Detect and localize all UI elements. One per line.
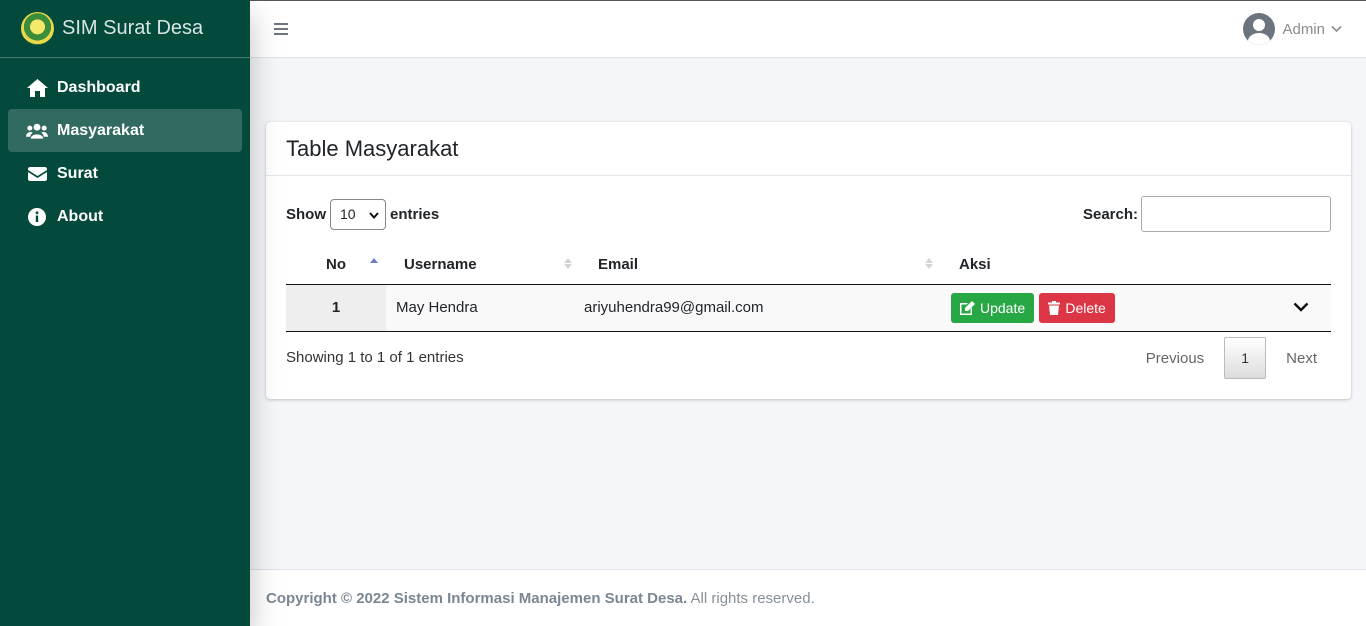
cell-actions: Update Delete [941,284,1271,332]
column-label: Email [598,256,639,274]
sort-icon [925,258,933,269]
row-expand-toggle[interactable] [1271,284,1331,332]
masyarakat-table: No Username Email Aksi 1 May Hendra ariy… [286,246,1331,332]
pagination: Previous 1 Next [1132,337,1331,379]
update-button[interactable]: Update [951,292,1035,323]
table-controls: Show 10 entries Search: [286,196,1331,232]
trash-icon [1048,300,1061,315]
brand[interactable]: SIM Surat Desa [0,0,250,58]
cell-no: 1 [286,284,386,332]
column-header-email[interactable]: Email [580,246,941,285]
previous-page-button[interactable]: Previous [1132,350,1218,367]
next-page-button[interactable]: Next [1272,350,1331,367]
cell-username: May Hendra [386,284,580,332]
village-logo-icon [21,12,54,45]
page-size-control: Show 10 entries [286,198,440,230]
footer-rights: All rights reserved. [687,589,815,607]
entries-label: entries [390,205,440,223]
sidebar-nav: Dashboard Masyarakat Surat About [0,58,250,238]
sidebar-item-label: Masyarakat [57,121,145,139]
search-input[interactable] [1141,196,1331,232]
envelope-icon [26,166,48,181]
sidebar-item-label: Surat [57,164,98,182]
delete-button[interactable]: Delete [1039,292,1115,323]
brand-title: SIM Surat Desa [62,17,204,39]
table-row: 1 May Hendra ariyuhendra99@gmail.com Upd… [286,284,1331,332]
sidebar-item-label: About [57,207,104,225]
delete-label: Delete [1065,299,1106,316]
footer: Copyright © 2022 Sistem Informasi Manaje… [250,569,1366,626]
column-header-username[interactable]: Username [386,246,580,285]
menu-toggle-icon[interactable] [274,23,288,35]
update-label: Update [980,299,1026,316]
search-control: Search: [1083,196,1331,232]
sidebar-item-label: Dashboard [57,78,141,96]
sidebar: SIM Surat Desa Dashboard Masyarakat Sura… [0,0,250,626]
masyarakat-card: Table Masyarakat Show 10 entries Search:… [266,122,1351,399]
show-label: Show [286,205,326,223]
column-label: No [326,256,346,274]
chevron-down-icon [1293,302,1309,312]
users-icon [26,123,48,139]
sidebar-item-dashboard[interactable]: Dashboard [8,66,242,109]
chevron-down-icon [369,206,379,222]
sort-icon [564,258,572,269]
card-header: Table Masyarakat [266,122,1351,176]
column-header-no[interactable]: No [286,246,386,285]
search-label: Search: [1082,205,1138,223]
chevron-down-icon [1331,20,1342,38]
top-navbar: Admin [250,0,1366,58]
page-size-select[interactable]: 10 [330,198,386,230]
user-menu[interactable]: Admin [1243,13,1342,45]
user-name: Admin [1282,20,1325,38]
info-circle-icon [26,207,48,226]
table-header-row: No Username Email Aksi [286,246,1331,285]
column-header-aksi: Aksi [941,246,1331,285]
sidebar-item-masyarakat[interactable]: Masyarakat [8,109,242,152]
sidebar-item-about[interactable]: About [8,195,242,238]
edit-icon [960,300,975,315]
column-label: Username [404,256,477,274]
page-title: Table Masyarakat [286,135,459,161]
column-label: Aksi [959,256,991,274]
cell-email: ariyuhendra99@gmail.com [580,284,941,332]
sort-ascending-icon [370,258,378,269]
footer-copyright: Copyright © 2022 Sistem Informasi Manaje… [266,589,688,607]
home-icon [26,78,48,97]
sidebar-item-surat[interactable]: Surat [8,152,242,195]
table-info: Showing 1 to 1 of 1 entries [286,349,464,366]
page-size-value: 10 [340,206,356,222]
user-avatar-icon [1243,13,1276,45]
page-1-button[interactable]: 1 [1224,337,1267,379]
